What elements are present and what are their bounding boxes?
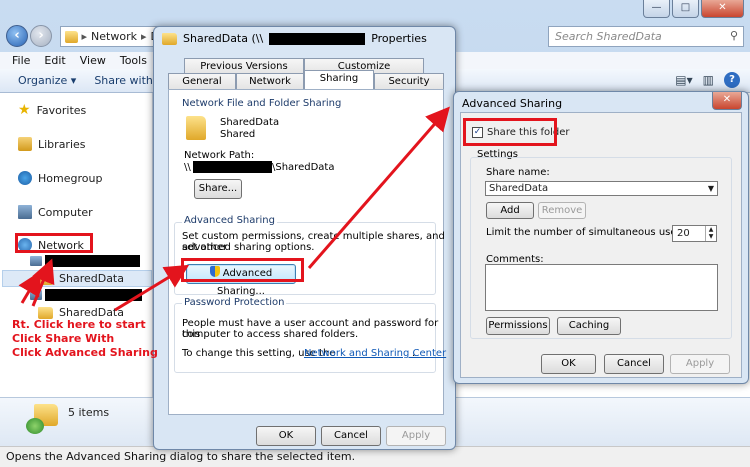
user-limit-value: 20 [677,228,690,239]
nav-computer[interactable]: Computer [18,205,93,219]
nav-favorites-label: Favorites [36,103,87,117]
menu-edit[interactable]: Edit [44,54,65,67]
annotation-text-3: Click Advanced Sharing [12,346,158,359]
advanced-sharing-desc-2: advanced sharing options. [182,242,315,253]
period: . [412,348,416,359]
menu-view[interactable]: View [80,54,106,67]
network-path-prefix: \\ [184,162,191,173]
nav-libraries[interactable]: Libraries [18,137,86,151]
nffs-group-label: Network File and Folder Sharing [182,98,342,109]
annotation-text-2: Click Share With [12,332,115,345]
breadcrumb-network[interactable]: Network [91,30,137,43]
item-count: 5 items [68,406,110,419]
share-with-button[interactable]: Share with ▾ [94,74,162,87]
permissions-button[interactable]: Permissions [486,317,550,335]
forward-arrow-icon[interactable]: › [30,25,52,47]
window-controls: — □ ✕ [643,0,744,20]
share-name-label: Share name: [486,167,550,178]
close-icon[interactable]: ✕ [701,0,744,18]
computer-icon [18,205,32,219]
share-state: Shared [220,129,256,140]
redacted-server-name [269,32,366,45]
apply-button[interactable]: Apply [670,354,730,374]
redacted-computer-name [45,289,142,301]
maximize-icon[interactable]: □ [672,0,699,18]
advanced-sharing-group-label: Advanced Sharing [182,215,277,226]
chevron-down-icon[interactable]: ▼ [708,182,714,195]
tab-general[interactable]: General [168,73,236,90]
share-button[interactable]: Share... [194,179,242,199]
organize-button[interactable]: Organize ▾ [18,74,76,87]
apply-button[interactable]: Apply [386,426,446,446]
homegroup-icon [18,171,32,185]
folder-icon [186,116,206,140]
redacted-server-name [193,161,272,173]
password-protection-group-label: Password Protection [182,297,287,308]
share-folder-name: SharedData [220,117,280,128]
properties-dialog: SharedData (\\ Properties Previous Versi… [153,26,456,450]
ok-button[interactable]: OK [256,426,316,446]
shared-folder-icon [26,404,58,434]
properties-title-suffix: Properties [371,32,427,45]
minimize-icon[interactable]: — [643,0,670,18]
folder-icon [162,32,177,45]
nav-homegroup[interactable]: Homegroup [18,171,102,185]
share-name-value: SharedData [489,183,549,194]
star-icon: ★ [18,102,31,118]
menu-file[interactable]: File [12,54,30,67]
remove-button[interactable]: Remove [538,202,586,219]
address-bar[interactable]: ▸ Network ▸ D [60,26,160,47]
advanced-sharing-title: Advanced Sharing [462,97,563,110]
share-name-select[interactable]: SharedData ▼ [485,181,718,196]
nav-computer-label: Computer [38,205,93,219]
help-icon[interactable]: ? [724,72,740,88]
network-path-suffix: \SharedData [272,162,335,173]
shared-folder-icon [38,306,53,319]
nav-shareddata-1[interactable]: SharedData [38,272,124,285]
computer-icon [30,256,42,266]
nav-shareddata-1-label: SharedData [59,272,124,285]
shared-folder-icon [38,272,53,285]
redacted-computer-name [45,255,140,267]
annotation-box-advanced-sharing [181,258,304,282]
computer-icon [30,290,42,300]
view-controls: ▤▾ ▥ ? [675,72,740,88]
annotation-box-share-folder [463,118,557,146]
annotation-text-1: Rt. Click here to start [12,318,146,331]
status-text: Opens the Advanced Sharing dialog to sha… [6,450,356,463]
close-icon[interactable]: ✕ [712,92,742,110]
preview-pane-icon[interactable]: ▥ [703,73,714,87]
cancel-button[interactable]: Cancel [321,426,381,446]
ok-button[interactable]: OK [541,354,596,374]
breadcrumb-separator-icon: ▸ [140,30,147,43]
network-path-label: Network Path: [184,150,255,161]
cancel-button[interactable]: Cancel [604,354,664,374]
nav-favorites[interactable]: ★ Favorites [18,103,86,117]
tab-security[interactable]: Security [374,73,444,90]
nav-libraries-label: Libraries [38,137,86,151]
network-sharing-center-link[interactable]: Network and Sharing Center [304,348,446,359]
search-placeholder: Search SharedData [555,30,662,43]
search-icon[interactable]: ⚲ [730,29,738,42]
view-options-icon[interactable]: ▤▾ [675,73,692,87]
folder-icon [65,30,78,43]
password-desc-2: computer to access shared folders. [182,329,359,340]
back-arrow-icon[interactable]: ‹ [6,25,28,47]
annotation-box-network [15,233,93,253]
menu-tools[interactable]: Tools [120,54,147,67]
comments-textarea[interactable] [485,264,718,311]
spinner-arrows-icon[interactable]: ▲ ▼ [705,226,716,241]
caching-button[interactable]: Caching [557,317,621,335]
tab-sharing[interactable]: Sharing [304,70,374,89]
tab-network[interactable]: Network [236,73,304,90]
breadcrumb-separator-icon: ▸ [81,30,88,43]
search-input[interactable]: Search SharedData ⚲ [548,26,744,47]
properties-title-prefix: SharedData (\\ [183,32,264,45]
properties-title: SharedData (\\ Properties [162,32,427,45]
nav-homegroup-label: Homegroup [38,171,103,185]
add-button[interactable]: Add [486,202,534,219]
user-limit-stepper[interactable]: 20 ▲ ▼ [672,225,717,242]
library-icon [18,137,32,151]
user-limit-label: Limit the number of simultaneous users t… [486,227,703,238]
